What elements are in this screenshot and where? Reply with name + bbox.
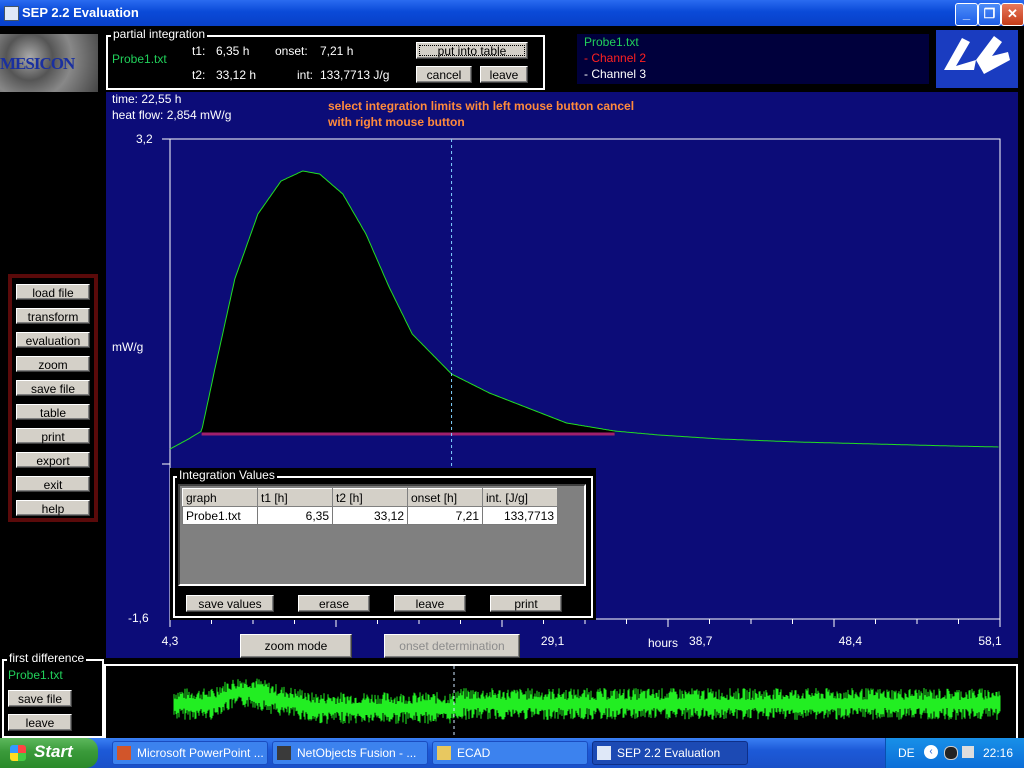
folder-icon xyxy=(437,746,451,760)
start-button[interactable]: Start xyxy=(0,738,98,768)
tray-expand-icon[interactable]: ‹ xyxy=(924,745,938,759)
mesicon-logo: MESICON xyxy=(0,34,98,92)
language-indicator[interactable]: DE xyxy=(898,746,915,760)
zoom-mode-button[interactable]: zoom mode xyxy=(240,634,352,658)
lm-logo-icon xyxy=(944,36,1010,74)
column-header[interactable]: int. [J/g] xyxy=(482,488,558,507)
task-label: NetObjects Fusion - ... xyxy=(297,746,417,760)
channel-item-1[interactable]: Probe1.txt xyxy=(584,35,639,49)
channel-item-3[interactable]: - Channel 3 xyxy=(584,67,646,81)
int-label: int: xyxy=(297,68,314,82)
menu-load-file-button[interactable]: load file xyxy=(16,284,90,300)
onset-determination-button[interactable]: onset determination xyxy=(384,634,520,658)
column-header[interactable]: t1 [h] xyxy=(257,488,333,507)
cancel-button[interactable]: cancel xyxy=(416,66,472,83)
task-ecad[interactable]: ECAD xyxy=(432,741,588,765)
close-button[interactable]: ✕ xyxy=(1001,3,1024,26)
task-powerpoint[interactable]: Microsoft PowerPoint ... xyxy=(112,741,268,765)
sep-app-icon xyxy=(597,746,611,760)
lm-logo xyxy=(936,30,1018,88)
task-sep-evaluation[interactable]: SEP 2.2 Evaluation xyxy=(592,741,748,765)
tray-app-icon[interactable] xyxy=(944,746,958,760)
window-title: SEP 2.2 Evaluation xyxy=(22,5,139,20)
table-cell: 33,12 xyxy=(332,506,408,525)
column-header[interactable]: onset [h] xyxy=(407,488,483,507)
x-tick-label: 4,3 xyxy=(162,634,179,648)
table-row[interactable]: Probe1.txt 6,35 33,12 7,21 133,7713 xyxy=(182,506,558,525)
x-tick-label: 38,7 xyxy=(689,634,713,648)
menu-table-button[interactable]: table xyxy=(16,404,90,420)
menu-export-button[interactable]: export xyxy=(16,452,90,468)
restore-button[interactable]: ❐ xyxy=(978,3,1001,26)
taskbar: Start Microsoft PowerPoint ... NetObject… xyxy=(0,738,1024,768)
task-netobjects[interactable]: NetObjects Fusion - ... xyxy=(272,741,428,765)
channel-item-2[interactable]: - Channel 2 xyxy=(584,51,646,65)
table-cell: 7,21 xyxy=(407,506,483,525)
integration-erase-button[interactable]: erase xyxy=(298,595,370,612)
partial-integration-file: Probe1.txt xyxy=(112,52,167,66)
t1-value: 6,35 h xyxy=(216,44,250,58)
integration-values-grid[interactable]: graph t1 [h] t2 [h] onset [h] int. [J/g] Prob… xyxy=(178,484,586,586)
x-tick-label: 58,1 xyxy=(978,634,1002,648)
x-tick-label: 48,4 xyxy=(839,634,863,648)
minimize-button[interactable]: _ xyxy=(955,3,978,26)
first-difference-signal xyxy=(173,678,1001,724)
main-menu: load file transform evaluation zoom save fil… xyxy=(8,274,98,522)
menu-exit-button[interactable]: exit xyxy=(16,476,90,492)
menu-zoom-button[interactable]: zoom xyxy=(16,356,90,372)
volume-icon[interactable] xyxy=(962,746,974,758)
x-tick-label: 29,1 xyxy=(541,634,565,648)
t1-label: t1: xyxy=(192,44,206,58)
first-difference-file: Probe1.txt xyxy=(8,668,63,682)
leave-button[interactable]: leave xyxy=(480,66,528,83)
system-tray: DE ‹ 22:16 xyxy=(885,738,1024,768)
logo-text: MESICON xyxy=(0,54,75,73)
task-label: ECAD xyxy=(457,746,491,760)
first-difference-trace xyxy=(173,666,1001,738)
windows-logo-icon xyxy=(10,745,26,761)
app-icon xyxy=(4,6,19,21)
put-into-table-button[interactable]: put into table xyxy=(416,42,528,59)
integration-leave-button[interactable]: leave xyxy=(394,595,466,612)
title-bar: SEP 2.2 Evaluation _ ❐ ✕ xyxy=(0,0,1024,26)
start-label: Start xyxy=(34,742,73,761)
table-cell: 6,35 xyxy=(257,506,333,525)
onset-value: 7,21 h xyxy=(320,44,354,58)
integration-save-values-button[interactable]: save values xyxy=(186,595,274,612)
clock[interactable]: 22:16 xyxy=(983,746,1013,760)
menu-help-button[interactable]: help xyxy=(16,500,90,516)
first-diff-save-file-button[interactable]: save file xyxy=(8,690,72,707)
powerpoint-icon xyxy=(117,746,131,760)
menu-save-file-button[interactable]: save file xyxy=(16,380,90,396)
onset-label: onset: xyxy=(275,44,308,58)
first-difference-label: first difference xyxy=(7,651,87,665)
first-diff-leave-button[interactable]: leave xyxy=(8,714,72,731)
menu-transform-button[interactable]: transform xyxy=(16,308,90,324)
integration-values-label: Integration Values xyxy=(177,468,277,482)
t2-value: 33,12 h xyxy=(216,68,257,82)
channel-legend: Probe1.txt - Channel 2 - Channel 3 xyxy=(577,34,929,84)
column-header[interactable]: graph xyxy=(182,488,258,507)
table-cell: Probe1.txt xyxy=(182,506,258,525)
integrated-area xyxy=(201,171,615,434)
menu-print-button[interactable]: print xyxy=(16,428,90,444)
int-value: 133,7713 J/g xyxy=(320,68,390,82)
task-label: Microsoft PowerPoint ... xyxy=(137,746,264,760)
first-difference-plot[interactable] xyxy=(104,664,1018,738)
partial-integration-label: partial integration xyxy=(111,27,208,41)
task-label: SEP 2.2 Evaluation xyxy=(617,746,721,760)
column-header[interactable]: t2 [h] xyxy=(332,488,408,507)
menu-evaluation-button[interactable]: evaluation xyxy=(16,332,90,348)
t2-label: t2: xyxy=(192,68,206,82)
netobjects-icon xyxy=(277,746,291,760)
integration-print-button[interactable]: print xyxy=(490,595,562,612)
table-cell: 133,7713 xyxy=(482,506,558,525)
